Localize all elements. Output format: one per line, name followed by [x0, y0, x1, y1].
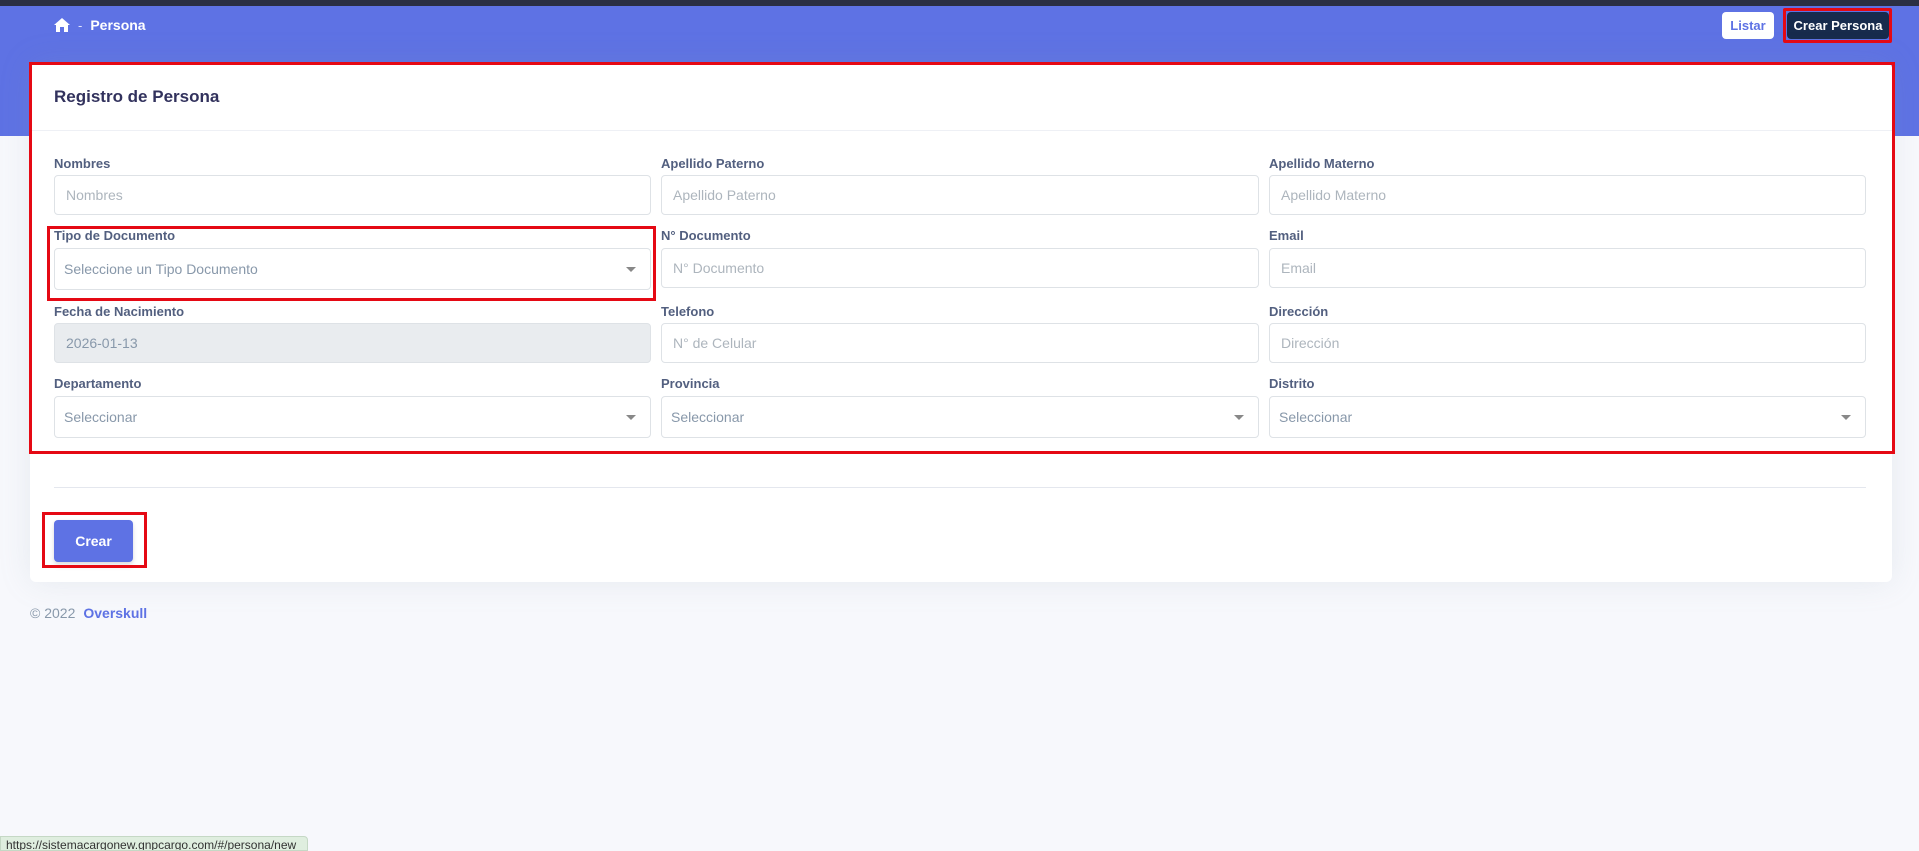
tipo-documento-placeholder: Seleccione un Tipo Documento: [64, 261, 258, 277]
n-documento-placeholder: N° Documento: [673, 260, 765, 276]
breadcrumb-separator: -: [78, 17, 83, 33]
status-bar-url: https://sistemacargonew.gnpcargo.com/#/p…: [0, 836, 308, 851]
n-documento-input[interactable]: N° Documento: [661, 248, 1259, 288]
fecha-nacimiento-value: 2026-01-13: [66, 335, 138, 351]
registro-card: Registro de Persona: [30, 62, 1892, 582]
departamento-placeholder: Seleccionar: [64, 409, 138, 425]
nombres-input[interactable]: Nombres: [54, 175, 651, 215]
breadcrumb: - Persona: [54, 17, 146, 33]
chevron-down-icon: [626, 415, 636, 420]
nombres-placeholder: Nombres: [66, 187, 123, 203]
footer: © 2022 Overskull: [30, 605, 147, 621]
chevron-down-icon: [626, 267, 636, 272]
direccion-label: Dirección: [1269, 304, 1329, 319]
apellido-materno-input[interactable]: Apellido Materno: [1269, 175, 1866, 215]
distrito-placeholder: Seleccionar: [1279, 409, 1353, 425]
provincia-label: Provincia: [661, 376, 720, 391]
departamento-label: Departamento: [54, 376, 142, 391]
tipo-documento-select[interactable]: Seleccione un Tipo Documento: [54, 248, 651, 290]
fecha-nacimiento-label: Fecha de Nacimiento: [54, 304, 185, 319]
crear-persona-button[interactable]: Crear Persona: [1787, 12, 1889, 39]
provincia-placeholder: Seleccionar: [671, 409, 745, 425]
distrito-select[interactable]: Seleccionar: [1269, 396, 1866, 438]
card-header-divider: [30, 130, 1892, 131]
chevron-down-icon: [1841, 415, 1851, 420]
chevron-down-icon: [1234, 415, 1244, 420]
nombres-label: Nombres: [54, 156, 111, 171]
tipo-documento-label: Tipo de Documento: [54, 228, 176, 243]
apellido-materno-label: Apellido Materno: [1269, 156, 1375, 171]
listar-button[interactable]: Listar: [1722, 12, 1774, 39]
card-title: Registro de Persona: [54, 87, 220, 106]
direccion-input[interactable]: Dirección: [1269, 323, 1866, 363]
telefono-label: Telefono: [661, 304, 715, 319]
apellido-materno-placeholder: Apellido Materno: [1281, 187, 1387, 203]
apellido-paterno-input[interactable]: Apellido Paterno: [661, 175, 1259, 215]
n-documento-label: N° Documento: [661, 228, 751, 243]
direccion-placeholder: Dirección: [1281, 335, 1340, 351]
email-placeholder: Email: [1281, 260, 1317, 276]
footer-brand-link[interactable]: Overskull: [83, 605, 147, 621]
apellido-paterno-label: Apellido Paterno: [661, 156, 765, 171]
apellido-paterno-placeholder: Apellido Paterno: [673, 187, 776, 203]
provincia-select[interactable]: Seleccionar: [661, 396, 1259, 438]
email-label: Email: [1269, 228, 1304, 243]
distrito-label: Distrito: [1269, 376, 1315, 391]
departamento-select[interactable]: Seleccionar: [54, 396, 651, 438]
telefono-placeholder: N° de Celular: [673, 335, 757, 351]
fecha-nacimiento-input[interactable]: 2026-01-13: [54, 323, 651, 363]
telefono-input[interactable]: N° de Celular: [661, 323, 1259, 363]
breadcrumb-current[interactable]: Persona: [90, 17, 145, 33]
crear-button[interactable]: Crear: [54, 520, 133, 562]
form-divider: [54, 487, 1866, 488]
email-input[interactable]: Email: [1269, 248, 1866, 288]
footer-copyright: © 2022: [30, 605, 76, 621]
home-icon[interactable]: [54, 18, 70, 32]
